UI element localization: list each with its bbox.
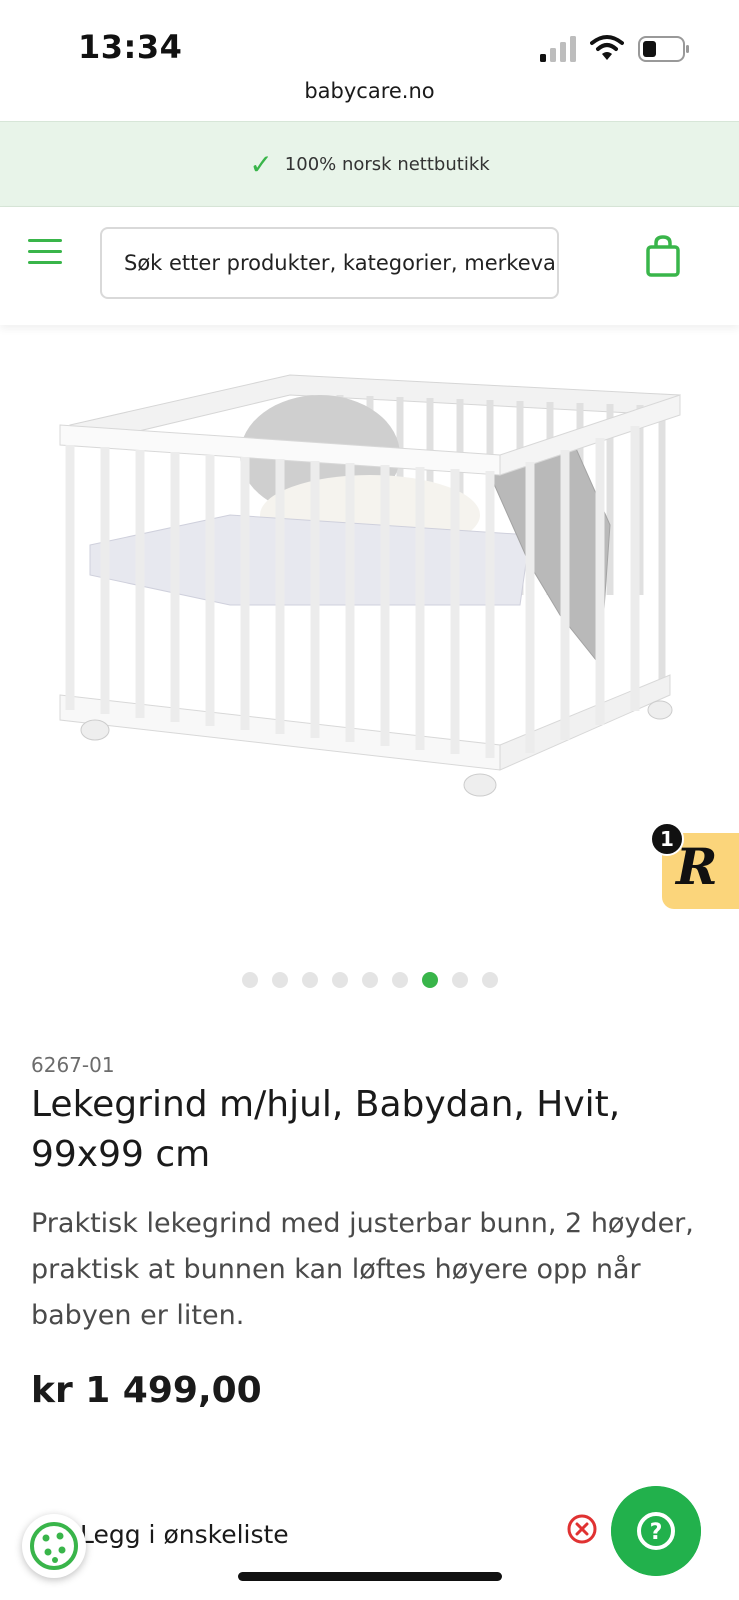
- reviews-count-badge: 1: [650, 822, 684, 856]
- trust-banner: ✓ 100% norsk nettbutikk: [0, 121, 739, 207]
- gallery-dot[interactable]: [391, 972, 408, 988]
- wifi-icon: [590, 35, 624, 60]
- check-icon: ✓: [249, 147, 273, 181]
- help-chat-button[interactable]: ?: [611, 1486, 701, 1576]
- battery-icon: [638, 36, 689, 62]
- gallery-dot[interactable]: [481, 972, 498, 988]
- product-title: Lekegrind m/hjul, Babydan, Hvit, 99x99 c…: [31, 1084, 621, 1175]
- shopping-bag-icon[interactable]: [645, 235, 681, 277]
- gallery-dot[interactable]: [271, 972, 288, 988]
- gallery-dot[interactable]: [331, 972, 348, 988]
- product-gallery[interactable]: R 1: [0, 325, 739, 975]
- product-sku: 6267-01: [31, 1053, 115, 1077]
- status-bar: 13:34: [0, 0, 739, 76]
- home-indicator: [238, 1572, 502, 1581]
- gallery-dot[interactable]: [451, 972, 468, 988]
- status-time: 13:34: [78, 28, 183, 66]
- cellular-signal-icon: [540, 36, 576, 62]
- browser-url[interactable]: babycare.no: [0, 76, 739, 120]
- gallery-dot[interactable]: [301, 972, 318, 988]
- site-header: Søk etter produkter, kategorier, merkeva…: [0, 207, 739, 325]
- add-to-wishlist-button[interactable]: Legg i ønskeliste: [80, 1520, 289, 1549]
- gallery-dot[interactable]: [421, 972, 438, 988]
- trust-banner-text: 100% norsk nettbutikk: [284, 153, 490, 175]
- product-price: kr 1 499,00: [31, 1370, 262, 1411]
- gallery-dot[interactable]: [241, 972, 258, 988]
- gallery-pagination: [0, 972, 739, 988]
- product-description: Praktisk lekegrind med justerbar bunn, 2…: [31, 1208, 694, 1331]
- svg-text:?: ?: [650, 1520, 663, 1545]
- gallery-dot[interactable]: [361, 972, 378, 988]
- cookie-settings-icon[interactable]: [22, 1514, 86, 1578]
- menu-icon[interactable]: [28, 239, 64, 269]
- close-icon[interactable]: [566, 1513, 598, 1545]
- product-image[interactable]: [50, 365, 700, 825]
- search-input[interactable]: Søk etter produkter, kategorier, merkeva…: [100, 227, 559, 299]
